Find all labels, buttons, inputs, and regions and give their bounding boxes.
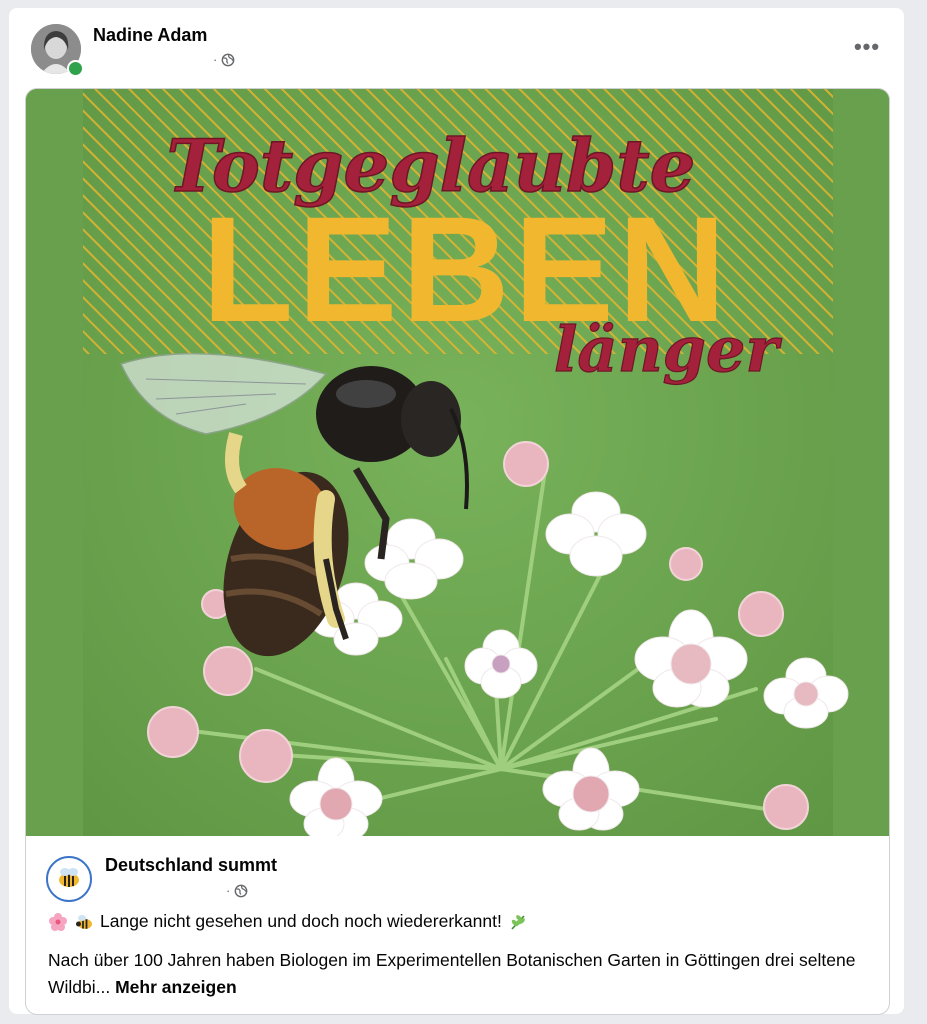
title-script2: länger	[554, 313, 783, 386]
meta-separator: ·	[213, 52, 218, 67]
globe-icon[interactable]	[234, 884, 248, 898]
more-options-button[interactable]: •••	[850, 30, 884, 64]
post-card: Nadine Adam · ••• Totgeglaubte LEBEN län…	[9, 8, 904, 1015]
herb-icon	[511, 914, 525, 930]
see-more-link[interactable]: Mehr anzeigen	[115, 977, 237, 997]
online-status-indicator	[67, 60, 84, 77]
shared-post-headline: Lange nicht gesehen und doch noch wieder…	[48, 911, 528, 932]
shared-post-body: Nach über 100 Jahren haben Biologen im E…	[48, 947, 868, 1001]
globe-icon[interactable]	[221, 53, 235, 67]
bee-logo-icon	[59, 868, 79, 887]
post-image[interactable]: Totgeglaubte LEBEN länger	[26, 89, 889, 836]
meta-separator: ·	[226, 883, 231, 898]
bee-icon	[76, 914, 92, 929]
shared-post[interactable]: Totgeglaubte LEBEN länger Deutschland su…	[25, 88, 890, 1015]
post-meta: ·	[213, 52, 235, 67]
page-name[interactable]: Deutschland summt	[105, 855, 277, 876]
cherry-blossom-icon	[49, 912, 67, 931]
page-avatar[interactable]	[46, 856, 92, 902]
more-options-icon: •••	[853, 34, 881, 59]
shared-post-meta: ·	[226, 883, 248, 898]
author-name[interactable]: Nadine Adam	[93, 25, 207, 46]
headline-text: Lange nicht gesehen und doch noch wieder…	[100, 911, 502, 931]
